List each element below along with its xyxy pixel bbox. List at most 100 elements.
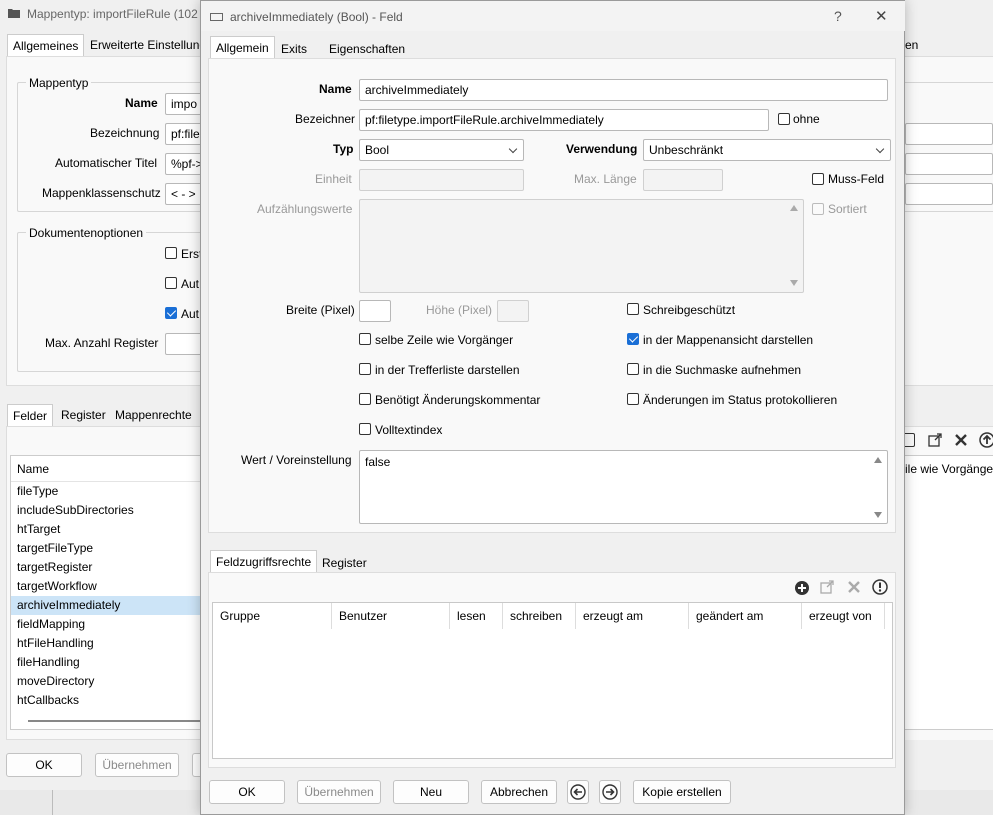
list-item[interactable]: htTarget <box>11 520 201 539</box>
ok-button[interactable]: OK <box>209 780 285 804</box>
breite-input[interactable] <box>359 300 391 322</box>
bg-max-register-label: Max. Anzahl Register <box>45 336 159 350</box>
list-item[interactable]: targetWorkflow <box>11 577 201 596</box>
tab-label: Exits <box>281 42 308 56</box>
kommentar-checkbox[interactable] <box>359 393 371 405</box>
cancel-button[interactable]: Abbrechen <box>481 780 557 804</box>
mappenansicht-checkbox[interactable] <box>627 333 639 345</box>
bg-apply-button[interactable]: Übernehmen <box>95 753 179 777</box>
bg-max-register-field[interactable] <box>165 333 205 355</box>
tab-felder[interactable]: Felder <box>7 404 54 426</box>
col-erzeugt-am[interactable]: erzeugt am <box>576 603 689 629</box>
list-item[interactable]: includeSubDirectories <box>11 501 201 520</box>
col-gruppe[interactable]: Gruppe <box>213 603 332 629</box>
add-icon[interactable] <box>794 580 810 596</box>
tab-label: Erweiterte Einstellung <box>90 38 207 52</box>
bg-schutz-field[interactable]: < - > <box>165 183 205 205</box>
volltextindex-checkbox[interactable] <box>359 423 371 435</box>
fields-list-hscroll[interactable] <box>28 720 204 722</box>
bg-toolbar-minus-icon[interactable] <box>905 433 915 447</box>
bg-option-checkbox-3[interactable] <box>165 307 177 319</box>
fields-list-header-name[interactable]: Name <box>17 462 49 476</box>
list-item[interactable]: fileType <box>11 482 201 501</box>
col-geaendert-am[interactable]: geändert am <box>689 603 802 629</box>
list-item[interactable]: fileHandling <box>11 653 201 672</box>
bg-auto-title-field[interactable]: %pf-> <box>165 153 205 175</box>
list-item[interactable]: targetRegister <box>11 558 201 577</box>
list-item[interactable]: htCallbacks <box>11 691 201 710</box>
tab-label: Eigenschaften <box>329 42 406 56</box>
tab-register[interactable]: Register <box>56 404 111 426</box>
aufz-scroll-up-icon <box>790 205 798 211</box>
wert-label: Wert / Voreinstellung <box>241 453 352 467</box>
selbe-zeile-label: selbe Zeile wie Vorgänger <box>375 333 514 347</box>
bg-bezeichnung-label: Bezeichnung <box>90 126 160 140</box>
bezeichner-input[interactable]: pf:filetype.importFileRule.archiveImmedi… <box>359 109 769 131</box>
group-mappentyp-title: Mappentyp <box>26 76 92 90</box>
dialog-tab-allgemein[interactable]: Allgemein <box>210 36 275 58</box>
dialog-tab-eigenschaften[interactable]: Eigenschaften <box>324 38 410 60</box>
tab-feldzugriffsrechte[interactable]: Feldzugriffsrechte <box>210 550 318 572</box>
open-external-icon[interactable] <box>928 433 942 447</box>
wert-scroll-down-icon[interactable] <box>874 512 882 518</box>
list-item[interactable]: targetFileType <box>11 539 201 558</box>
tab-label: en <box>905 38 919 52</box>
bg-bezeichnung-field[interactable]: pf:file <box>165 123 205 145</box>
verwendung-label: Verwendung <box>566 142 638 156</box>
ohne-checkbox[interactable] <box>778 113 790 125</box>
delete-icon[interactable] <box>954 433 968 447</box>
field-dialog: archiveImmediately (Bool) - Feld ? ✕ All… <box>200 0 905 815</box>
ohne-label: ohne <box>793 112 820 126</box>
button-label: OK <box>35 758 53 772</box>
bg-option-checkbox-1[interactable] <box>165 247 177 259</box>
apply-button[interactable]: Übernehmen <box>297 780 381 804</box>
selbe-zeile-checkbox[interactable] <box>359 333 371 345</box>
folder-icon <box>8 9 20 18</box>
bg-ok-button[interactable]: OK <box>6 753 82 777</box>
wert-scroll-up-icon[interactable] <box>874 457 882 463</box>
tab-register-dialog[interactable]: Register <box>317 552 372 574</box>
list-item[interactable]: htFileHandling <box>11 634 201 653</box>
close-icon[interactable]: ✕ <box>875 7 888 25</box>
dialog-tab-exits[interactable]: Exits <box>276 38 312 60</box>
verwendung-select[interactable]: Unbeschränkt <box>643 139 891 161</box>
name-input[interactable]: archiveImmediately <box>359 79 888 101</box>
open-external-icon <box>820 580 834 594</box>
col-schreiben[interactable]: schreiben <box>503 603 576 629</box>
arrow-left-icon <box>570 784 586 800</box>
list-item[interactable]: fieldMapping <box>11 615 201 634</box>
rights-table[interactable]: Gruppe Benutzer lesen schreiben erzeugt … <box>212 602 893 759</box>
bg-name-field[interactable]: impo <box>165 93 205 115</box>
suchmaske-checkbox[interactable] <box>627 363 639 375</box>
col-lesen[interactable]: lesen <box>450 603 503 629</box>
trefferliste-checkbox[interactable] <box>359 363 371 375</box>
bg-right-group-border <box>905 82 993 212</box>
next-button[interactable] <box>599 780 621 804</box>
list-item[interactable]: archiveImmediately <box>11 596 201 615</box>
muss-feld-checkbox[interactable] <box>812 173 824 185</box>
warning-icon[interactable] <box>872 579 888 595</box>
wert-textarea[interactable]: false <box>359 450 888 524</box>
tab-allgemeines[interactable]: Allgemeines <box>7 34 85 56</box>
tab-label: Feldzugriffsrechte <box>216 555 312 569</box>
fields-list-header-right[interactable]: ile wie Vorgänger <box>905 462 993 476</box>
delete-icon <box>848 581 860 593</box>
typ-select[interactable]: Bool <box>359 139 524 161</box>
fields-list-right[interactable] <box>905 455 993 730</box>
previous-button[interactable] <box>567 780 589 804</box>
move-up-icon[interactable] <box>979 432 993 448</box>
schreibgeschuetzt-checkbox[interactable] <box>627 303 639 315</box>
list-item[interactable]: moveDirectory <box>11 672 201 691</box>
help-icon[interactable]: ? <box>834 8 842 24</box>
tab-erweiterte-einstellungen[interactable]: Erweiterte Einstellung <box>85 34 211 56</box>
bg-option-checkbox-2[interactable] <box>165 277 177 289</box>
group-dokumentenoptionen-title: Dokumentenoptionen <box>26 226 147 240</box>
new-button[interactable]: Neu <box>393 780 469 804</box>
col-erzeugt-von[interactable]: erzeugt von <box>802 603 885 629</box>
aufz-scroll-down-icon <box>790 280 798 286</box>
tab-label: Register <box>61 408 106 422</box>
tab-mappenrechte[interactable]: Mappenrechte <box>110 404 197 426</box>
status-protokoll-checkbox[interactable] <box>627 393 639 405</box>
col-benutzer[interactable]: Benutzer <box>332 603 450 629</box>
copy-button[interactable]: Kopie erstellen <box>633 780 731 804</box>
